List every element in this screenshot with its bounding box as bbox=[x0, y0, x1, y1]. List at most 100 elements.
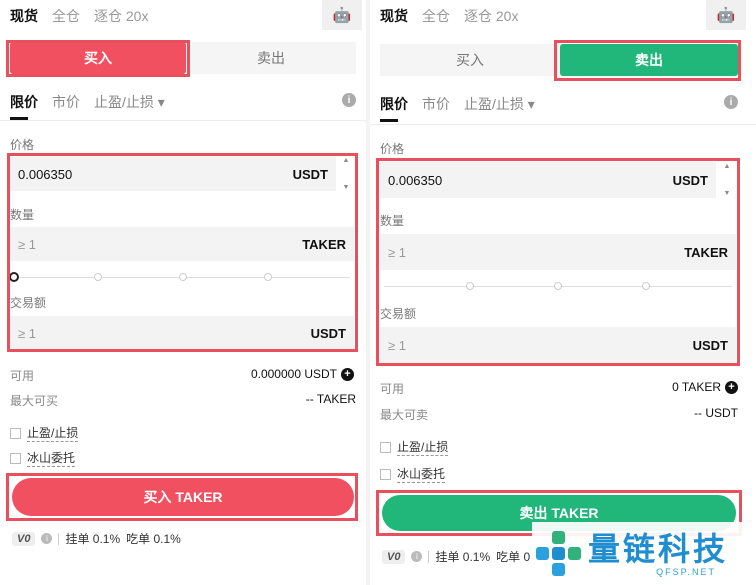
stepper-down-icon[interactable]: ▼ bbox=[724, 190, 731, 197]
sell-tab[interactable]: 卖出 bbox=[186, 42, 356, 74]
buy-tab[interactable]: 买入 bbox=[10, 42, 186, 74]
info-icon[interactable]: i bbox=[724, 95, 738, 109]
tab-stop-label: 止盈/止损 bbox=[94, 94, 154, 110]
available-label: 可用 bbox=[10, 369, 35, 383]
stepper-up-icon[interactable]: ▲ bbox=[724, 163, 731, 170]
amount-label: 交易额 bbox=[10, 296, 47, 310]
tp-sl-checkbox[interactable] bbox=[380, 441, 391, 453]
robot-icon[interactable]: 🤖 bbox=[706, 0, 746, 30]
slider-stop-50[interactable] bbox=[554, 282, 562, 290]
iceberg-label: 冰山委托 bbox=[27, 451, 76, 467]
price-unit: USDT bbox=[292, 166, 328, 182]
vip-badge: V0 bbox=[12, 531, 36, 546]
slider-handle[interactable] bbox=[9, 272, 19, 282]
watermark: 量链科技 QFSP.NET bbox=[532, 522, 756, 585]
vip-badge: V0 bbox=[382, 549, 406, 564]
tab-market[interactable]: 市价 bbox=[422, 94, 450, 114]
max-buy-label: 最大可买 bbox=[10, 394, 59, 408]
price-label: 价格 bbox=[10, 138, 35, 152]
separator bbox=[428, 550, 430, 563]
order-type-tabs: 限价 市价 止盈/止损 ▾ bbox=[10, 92, 165, 120]
watermark-url: QFSP.NET bbox=[656, 566, 717, 577]
price-label: 价格 bbox=[380, 142, 405, 156]
sell-tab[interactable]: 卖出 bbox=[560, 44, 738, 76]
qty-input[interactable]: ≥ 1 TAKER bbox=[10, 227, 354, 261]
tab-spot[interactable]: 现货 bbox=[380, 6, 408, 26]
margin-mode-tabs: 现货 全仓 逐仓 20x bbox=[10, 6, 148, 26]
slider-stop-25[interactable] bbox=[466, 282, 474, 290]
tab-stop[interactable]: 止盈/止损 ▾ bbox=[464, 94, 535, 114]
tab-stop-label: 止盈/止损 bbox=[464, 96, 524, 112]
stepper-down-icon[interactable]: ▼ bbox=[343, 184, 350, 191]
tp-sl-label: 止盈/止损 bbox=[27, 426, 79, 442]
tab-market[interactable]: 市价 bbox=[52, 92, 80, 112]
fee-info-icon[interactable]: i bbox=[41, 533, 53, 544]
watermark-title: 量链科技 bbox=[588, 530, 729, 567]
amount-input[interactable]: ≥ 1 USDT bbox=[380, 327, 736, 363]
qty-label: 数量 bbox=[10, 208, 35, 222]
margin-mode-tabs: 现货 全仓 逐仓 20x bbox=[380, 6, 518, 26]
max-sell-value: -- USDT bbox=[694, 406, 738, 420]
slider-stop-50[interactable] bbox=[179, 273, 187, 281]
buy-submit-button[interactable]: 买入 TAKER bbox=[12, 478, 354, 516]
available-row: 0 TAKER + bbox=[672, 380, 738, 394]
available-label: 可用 bbox=[380, 382, 405, 396]
sell-order-panel: 现货 全仓 逐仓 20x 🤖 买入 卖出 限价 市价 止盈/止损 ▾ i 价格 … bbox=[370, 0, 756, 585]
separator bbox=[58, 532, 60, 545]
qty-placeholder: ≥ 1 bbox=[18, 236, 36, 252]
taker-fee: 吃单 0.1% bbox=[126, 532, 181, 546]
price-stepper[interactable]: ▲ ▼ bbox=[340, 157, 352, 191]
divider bbox=[0, 120, 366, 121]
slider-stop-75[interactable] bbox=[642, 282, 650, 290]
tab-isolated[interactable]: 逐仓 20x bbox=[464, 6, 518, 26]
iceberg-label: 冰山委托 bbox=[397, 467, 446, 483]
tp-sl-checkbox-row[interactable]: 止盈/止损 bbox=[380, 438, 449, 456]
price-input[interactable]: 0.006350 USDT bbox=[10, 157, 336, 191]
slider-stop-75[interactable] bbox=[264, 273, 272, 281]
available-value: 0 TAKER bbox=[672, 380, 721, 394]
fee-row: V0 i 挂单 0.1% 吃单 0 bbox=[382, 548, 530, 565]
info-icon[interactable]: i bbox=[342, 93, 356, 107]
price-value: 0.006350 bbox=[18, 166, 73, 182]
caret-down-icon: ▾ bbox=[527, 96, 535, 112]
order-type-tabs: 限价 市价 止盈/止损 ▾ bbox=[380, 94, 535, 122]
iceberg-checkbox[interactable] bbox=[10, 452, 21, 464]
robot-icon[interactable]: 🤖 bbox=[322, 0, 362, 30]
qty-unit: TAKER bbox=[302, 236, 346, 252]
tab-cross[interactable]: 全仓 bbox=[52, 6, 80, 26]
max-buy-value: -- TAKER bbox=[305, 392, 356, 406]
qty-input[interactable]: ≥ 1 TAKER bbox=[380, 234, 736, 270]
iceberg-checkbox-row[interactable]: 冰山委托 bbox=[380, 465, 446, 483]
plus-circle-icon[interactable]: + bbox=[341, 367, 354, 381]
tab-stop[interactable]: 止盈/止损 ▾ bbox=[94, 92, 165, 112]
tab-cross[interactable]: 全仓 bbox=[422, 6, 450, 26]
tp-sl-checkbox-row[interactable]: 止盈/止损 bbox=[10, 424, 79, 442]
stepper-up-icon[interactable]: ▲ bbox=[343, 157, 350, 164]
tab-isolated[interactable]: 逐仓 20x bbox=[94, 6, 148, 26]
buy-tab[interactable]: 买入 bbox=[380, 44, 560, 76]
amount-input[interactable]: ≥ 1 USDT bbox=[10, 316, 354, 350]
tp-sl-checkbox[interactable] bbox=[10, 427, 21, 439]
slider-stop-25[interactable] bbox=[94, 273, 102, 281]
iceberg-checkbox-row[interactable]: 冰山委托 bbox=[10, 449, 76, 467]
taker-fee: 吃单 0 bbox=[496, 550, 531, 564]
price-stepper[interactable]: ▲ ▼ bbox=[721, 163, 733, 197]
available-row: 0.000000 USDT + bbox=[251, 367, 354, 381]
divider bbox=[370, 124, 756, 125]
side-toggle: 买入 卖出 bbox=[380, 44, 738, 76]
iceberg-checkbox[interactable] bbox=[380, 468, 391, 480]
tab-limit[interactable]: 限价 bbox=[10, 92, 38, 120]
amount-unit: USDT bbox=[692, 337, 728, 353]
price-input[interactable]: 0.006350 USDT bbox=[380, 162, 716, 198]
plus-circle-icon[interactable]: + bbox=[725, 380, 738, 394]
caret-down-icon: ▾ bbox=[157, 94, 165, 110]
maker-fee: 挂单 0.1% bbox=[435, 550, 491, 564]
tab-limit[interactable]: 限价 bbox=[380, 94, 408, 122]
tab-spot[interactable]: 现货 bbox=[10, 6, 38, 26]
watermark-text: 量链科技 QFSP.NET bbox=[588, 531, 728, 577]
max-sell-label: 最大可卖 bbox=[380, 408, 429, 422]
side-toggle: 买入 卖出 bbox=[10, 42, 356, 74]
buy-order-panel: 现货 全仓 逐仓 20x 🤖 买入 卖出 限价 市价 止盈/止损 ▾ i 价格 … bbox=[0, 0, 366, 585]
fee-info-icon[interactable]: i bbox=[411, 551, 423, 562]
amount-placeholder: ≥ 1 bbox=[388, 337, 406, 353]
